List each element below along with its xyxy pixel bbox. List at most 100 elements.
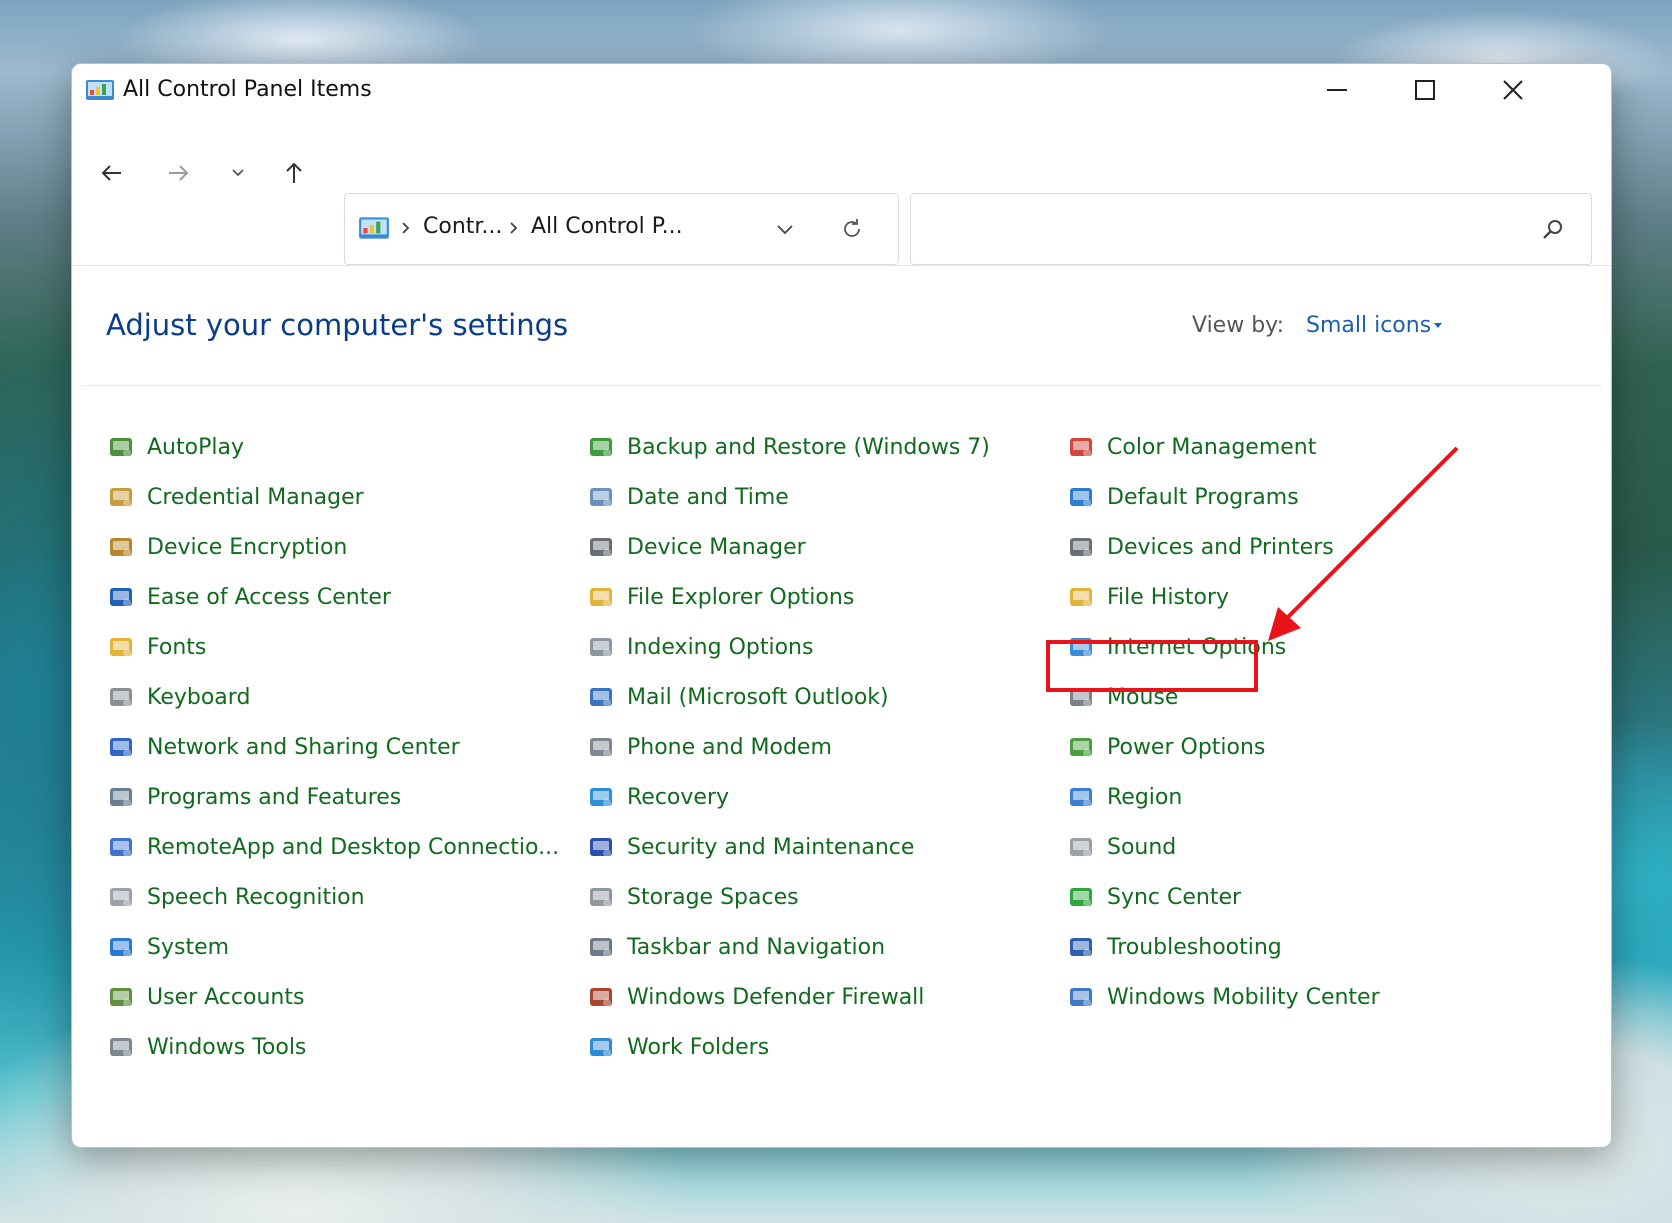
control-panel-item[interactable]: Ease of Access Center — [105, 580, 391, 614]
control-panel-item-label: Date and Time — [627, 484, 789, 510]
control-panel-item[interactable]: Network and Sharing Center — [105, 730, 460, 764]
search-input[interactable] — [923, 212, 1527, 248]
device-manager-icon — [585, 531, 617, 563]
control-panel-item-label: AutoPlay — [147, 434, 244, 460]
control-panel-item-label: System — [147, 934, 230, 960]
search-box[interactable] — [910, 193, 1592, 265]
indexing-options-icon — [585, 631, 617, 663]
control-panel-window: All Control Panel Items Contr... All Con… — [71, 63, 1612, 1148]
control-panel-item-label: Sync Center — [1107, 884, 1242, 910]
control-panel-item-label: Devices and Printers — [1107, 534, 1334, 560]
breadcrumb-control-panel[interactable]: Contr... — [423, 214, 502, 239]
control-panel-item[interactable]: Windows Mobility Center — [1065, 980, 1380, 1014]
control-panel-item[interactable]: Recovery — [585, 780, 729, 814]
search-icon — [1543, 220, 1562, 239]
control-panel-item[interactable]: Device Manager — [585, 530, 806, 564]
control-panel-item[interactable]: Sync Center — [1065, 880, 1241, 914]
control-panel-item[interactable]: AutoPlay — [105, 430, 244, 464]
address-bar[interactable]: Contr... All Control P... — [344, 193, 899, 265]
speech-recognition-icon — [105, 881, 137, 913]
refresh-icon — [844, 219, 860, 237]
recent-locations-button[interactable] — [218, 153, 258, 193]
minimize-icon — [1327, 89, 1347, 91]
refresh-button[interactable] — [835, 212, 869, 246]
control-panel-item[interactable]: Phone and Modem — [585, 730, 832, 764]
control-panel-icon — [86, 80, 114, 100]
recovery-icon — [585, 781, 617, 813]
breadcrumb-all-items[interactable]: All Control P... — [531, 214, 683, 239]
control-panel-item-label: File Explorer Options — [627, 584, 855, 610]
control-panel-item[interactable]: Storage Spaces — [585, 880, 799, 914]
control-panel-item[interactable]: Speech Recognition — [105, 880, 365, 914]
back-button[interactable] — [92, 153, 132, 193]
control-panel-item[interactable]: Keyboard — [105, 680, 250, 714]
maximize-button[interactable] — [1381, 64, 1469, 116]
control-panel-item[interactable]: Date and Time — [585, 480, 789, 514]
control-panel-item[interactable]: User Accounts — [105, 980, 304, 1014]
date-time-icon — [585, 481, 617, 513]
sync-center-icon — [1065, 881, 1097, 913]
security-maintenance-icon — [585, 831, 617, 863]
control-panel-item[interactable]: Fonts — [105, 630, 206, 664]
view-by-dropdown[interactable]: Small icons — [1306, 313, 1431, 338]
control-panel-item-label: Windows Mobility Center — [1107, 984, 1380, 1010]
control-panel-item[interactable]: Sound — [1065, 830, 1176, 864]
page-title: Adjust your computer's settings — [106, 308, 569, 342]
control-panel-item[interactable]: Default Programs — [1065, 480, 1299, 514]
control-panel-item[interactable]: Color Management — [1065, 430, 1316, 464]
taskbar-navigation-icon — [585, 931, 617, 963]
control-panel-item[interactable]: Device Encryption — [105, 530, 347, 564]
region-icon — [1065, 781, 1097, 813]
backup-restore-icon — [585, 431, 617, 463]
control-panel-item[interactable]: Power Options — [1065, 730, 1265, 764]
system-icon — [105, 931, 137, 963]
control-panel-item[interactable]: File History — [1065, 580, 1229, 614]
control-panel-item[interactable]: Mail (Microsoft Outlook) — [585, 680, 889, 714]
up-button[interactable] — [274, 153, 314, 193]
control-panel-item-label: Windows Defender Firewall — [627, 984, 925, 1010]
control-panel-item[interactable]: Programs and Features — [105, 780, 401, 814]
control-panel-item[interactable]: Windows Tools — [105, 1030, 306, 1064]
control-panel-item-label: Fonts — [147, 634, 207, 660]
control-panel-item[interactable]: Devices and Printers — [1065, 530, 1334, 564]
forward-button[interactable] — [158, 153, 198, 193]
control-panel-item[interactable]: Backup and Restore (Windows 7) — [585, 430, 990, 464]
control-panel-item[interactable]: Credential Manager — [105, 480, 364, 514]
control-panel-item-label: User Accounts — [147, 984, 305, 1010]
control-panel-item-label: Work Folders — [627, 1034, 770, 1060]
control-panel-item[interactable]: RemoteApp and Desktop Connectio... — [105, 830, 559, 864]
control-panel-item[interactable]: File Explorer Options — [585, 580, 854, 614]
control-panel-item-label: Backup and Restore (Windows 7) — [627, 434, 990, 460]
control-panel-item[interactable]: Mouse — [1065, 680, 1178, 714]
address-history-button[interactable] — [768, 212, 802, 246]
minimize-button[interactable] — [1293, 64, 1381, 116]
control-panel-item[interactable]: Work Folders — [585, 1030, 769, 1064]
view-by-label: View by: — [1192, 313, 1284, 338]
search-button[interactable] — [1536, 212, 1570, 246]
control-panel-item[interactable]: Internet Options — [1065, 630, 1286, 664]
close-button[interactable] — [1469, 64, 1557, 116]
default-programs-icon — [1065, 481, 1097, 513]
control-panel-item[interactable]: System — [105, 930, 229, 964]
chevron-down-icon — [777, 225, 793, 235]
sound-icon — [1065, 831, 1097, 863]
internet-options-icon — [1065, 631, 1097, 663]
control-panel-item[interactable]: Windows Defender Firewall — [585, 980, 924, 1014]
control-panel-icon — [359, 217, 389, 239]
control-panel-item[interactable]: Indexing Options — [585, 630, 813, 664]
control-panel-item[interactable]: Taskbar and Navigation — [585, 930, 885, 964]
network-sharing-icon — [105, 731, 137, 763]
work-folders-icon — [585, 1031, 617, 1063]
power-options-icon — [1065, 731, 1097, 763]
breadcrumb-separator-icon — [510, 222, 518, 234]
control-panel-item[interactable]: Troubleshooting — [1065, 930, 1282, 964]
devices-printers-icon — [1065, 531, 1097, 563]
control-panel-item-label: Troubleshooting — [1107, 934, 1282, 960]
control-panel-item-label: Storage Spaces — [627, 884, 799, 910]
ease-of-access-icon — [105, 581, 137, 613]
control-panel-item[interactable]: Security and Maintenance — [585, 830, 914, 864]
keyboard-icon — [105, 681, 137, 713]
control-panel-item[interactable]: Region — [1065, 780, 1182, 814]
control-panel-item-label: Mouse — [1107, 684, 1179, 710]
caret-down-icon[interactable] — [1434, 323, 1442, 328]
